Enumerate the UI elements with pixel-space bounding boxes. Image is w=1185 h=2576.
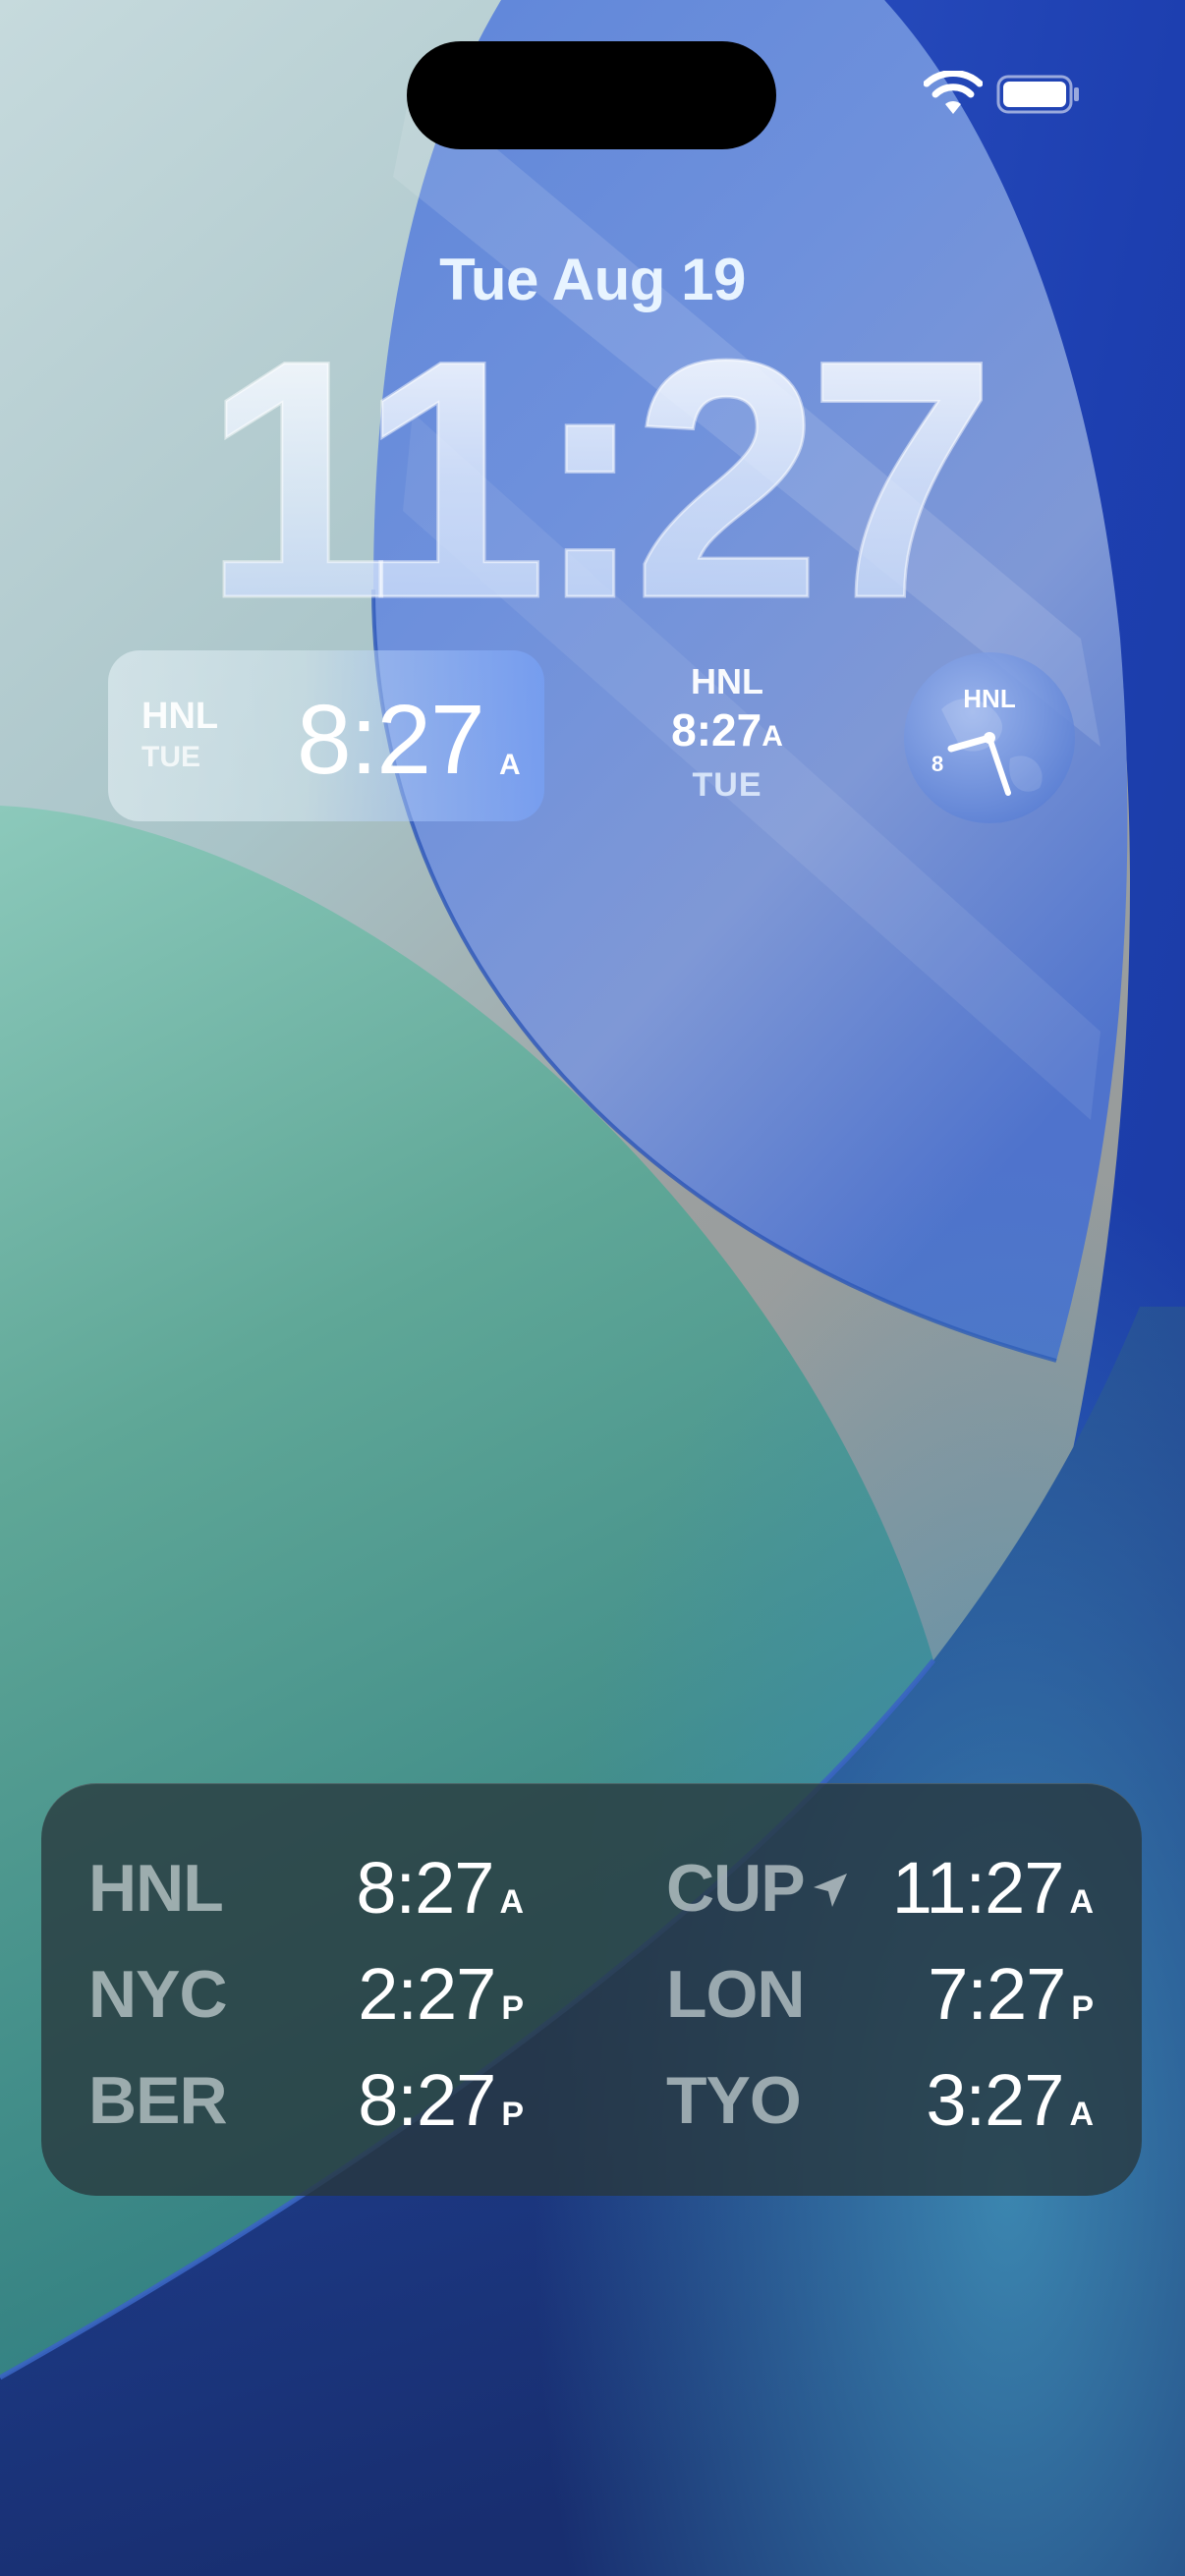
wifi-icon — [924, 71, 983, 114]
world-clock-time-value: 3:27 — [926, 2059, 1064, 2141]
widget-ampm-label: A — [499, 749, 521, 781]
clock-hour-label: 8 — [931, 752, 943, 776]
widget-time-value: 8:27 — [671, 704, 762, 756]
world-clock-ampm: P — [1071, 1989, 1094, 2027]
world-clock-city: CUP — [666, 1851, 806, 1926]
world-clock-time: 2:27 P — [267, 1952, 524, 2036]
widget-ampm-label: A — [762, 720, 783, 753]
widget-city-label: HNL — [691, 661, 763, 701]
widget-day-label: TUE — [692, 766, 762, 804]
world-clock-time-value: 11:27 — [891, 1847, 1065, 1929]
world-clock-ampm: P — [501, 1989, 524, 2027]
world-clock-city: HNL — [88, 1851, 224, 1926]
world-clock-ampm: A — [499, 1883, 524, 1921]
widget-time-label: 8:27A — [629, 703, 825, 763]
lock-screen-date: Tue Aug 19 — [439, 247, 746, 312]
widget-day-label: TUE — [141, 741, 200, 773]
world-clock-time-value: 8:27 — [358, 2059, 496, 2141]
world-clock-city: LON — [666, 1957, 806, 2032]
world-clock-time-value: 2:27 — [358, 1953, 496, 2035]
dynamic-island — [407, 41, 776, 149]
world-clock-list-widget[interactable]: HNL 8:27 A NYC 2:27 P BER 8:27 P CUP 11:27 A… — [41, 1783, 1142, 2196]
lock-screen: Tue Aug 19 11:27 HNL TUE 8:27 A HNL 8:27… — [0, 0, 1185, 2576]
world-clock-ampm: P — [501, 2096, 524, 2133]
world-clock-time: 11:27 A — [827, 1846, 1094, 1930]
world-clock-time: 8:27 A — [267, 1846, 524, 1930]
world-clock-time-value: 7:27 — [928, 1953, 1066, 2035]
world-clock-ampm: A — [1069, 2096, 1094, 2133]
widget-time-label: 8:27 — [297, 685, 485, 795]
lock-screen-time: 11:27 — [201, 319, 986, 614]
clock-city-label: HNL — [963, 684, 1016, 713]
world-clock-city: TYO — [666, 2063, 802, 2138]
world-clock-time: 3:27 A — [827, 2058, 1094, 2142]
world-clock-time: 8:27 P — [267, 2058, 524, 2142]
world-clock-city: NYC — [88, 1957, 228, 2032]
world-clock-city: BER — [88, 2063, 228, 2138]
world-clock-time-value: 8:27 — [356, 1847, 494, 1929]
battery-icon — [996, 75, 1079, 114]
world-clock-widget-rect[interactable]: HNL TUE 8:27 A — [108, 650, 544, 821]
lock-screen-time-text: 11:27 — [202, 319, 982, 614]
world-clock-ampm: A — [1069, 1883, 1094, 1921]
world-clock-widget-inline[interactable]: HNL 8:27A TUE — [629, 660, 825, 817]
widget-city-label: HNL — [141, 696, 219, 737]
analog-clock-widget[interactable]: HNL 8 — [902, 650, 1077, 825]
world-clock-time: 7:27 P — [827, 1952, 1094, 2036]
